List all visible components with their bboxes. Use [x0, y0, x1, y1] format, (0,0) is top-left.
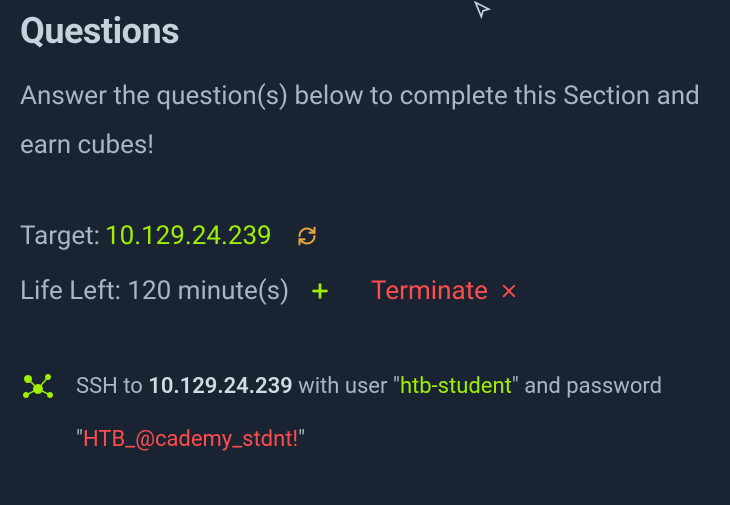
questions-heading: Questions [20, 10, 710, 52]
terminate-button[interactable]: Terminate [371, 276, 518, 306]
target-row: Target: 10.129.24.239 [20, 221, 710, 251]
ssh-user: htb-student [400, 374, 512, 399]
close-icon [500, 282, 518, 300]
ssh-prefix: SSH to [76, 374, 148, 399]
refresh-icon[interactable] [297, 226, 317, 246]
life-row: Life Left: 120 minute(s) Terminate [20, 276, 710, 306]
extend-life-icon[interactable] [309, 280, 331, 302]
cursor-icon [473, 0, 493, 24]
ssh-password: HTB_@cademy_stdnt! [83, 427, 298, 452]
network-nodes-icon [20, 369, 56, 422]
life-left-text: Life Left: 120 minute(s) [20, 276, 289, 306]
ssh-suffix: " [298, 427, 305, 452]
target-ip[interactable]: 10.129.24.239 [105, 221, 272, 251]
ssh-mid1: with user " [293, 374, 400, 399]
ssh-instructions: SSH to 10.129.24.239 with user "htb-stud… [20, 361, 710, 467]
ssh-text: SSH to 10.129.24.239 with user "htb-stud… [76, 361, 710, 467]
terminate-label: Terminate [371, 276, 488, 306]
questions-subtext: Answer the question(s) below to complete… [20, 72, 710, 171]
target-label: Target: [20, 221, 100, 251]
ssh-ip: 10.129.24.239 [148, 374, 292, 399]
